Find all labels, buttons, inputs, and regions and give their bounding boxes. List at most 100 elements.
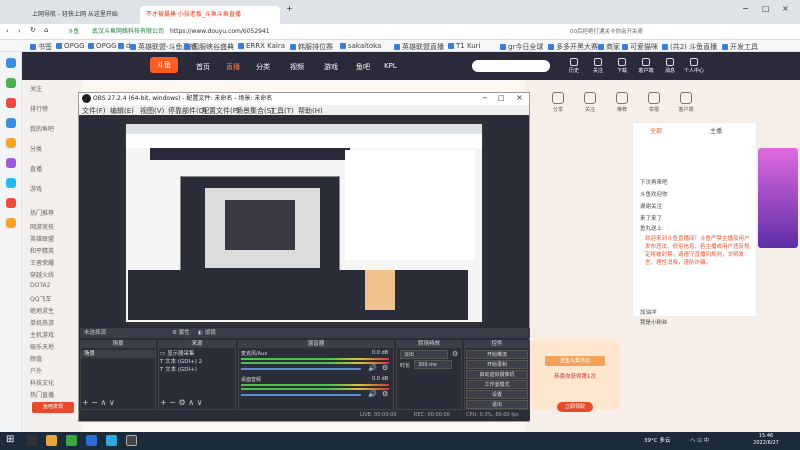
new-tab-button[interactable]: + [286, 4, 293, 13]
tab-active[interactable]: 不才被暴揍·小张老板_斗鱼斗鱼直播 [140, 6, 280, 24]
bookmark-item[interactable]: gr今日全球 [500, 42, 543, 52]
douyu-logo[interactable]: 斗鱼 [150, 57, 178, 73]
sidebar-app-icon[interactable] [6, 58, 16, 68]
speaker-icon[interactable]: 🔊 [368, 364, 377, 372]
leftnav-item[interactable]: 娱乐天地 [30, 342, 54, 351]
search-icon[interactable] [26, 435, 37, 446]
bookmark-item[interactable]: 可爱猫咪 [622, 42, 658, 52]
minimize-icon[interactable]: − [742, 4, 749, 13]
sidebar-app-icon[interactable] [6, 78, 16, 88]
sidebar-app-icon[interactable] [6, 138, 16, 148]
obs-maximize-icon[interactable]: □ [498, 94, 505, 102]
scene-item[interactable]: 场景 [81, 350, 155, 358]
nav-item[interactable]: 首页 [196, 62, 210, 72]
tab-inactive[interactable]: 上网导航 - 轻快上网 从这里开始 [26, 6, 138, 24]
obs-menu-item[interactable]: 帮助(H) [298, 106, 323, 116]
leftnav-item[interactable]: 穿越火线 [30, 270, 54, 279]
virtual-camera-button[interactable]: 启动虚拟摄像机 [466, 370, 528, 379]
app-icon[interactable] [106, 435, 117, 446]
obs-menu-item[interactable]: 编辑(E) [110, 106, 134, 116]
leftnav-item[interactable]: 关注 [30, 84, 42, 93]
exit-button[interactable]: 退出 [466, 400, 528, 409]
gear-icon[interactable]: ⚙ [382, 364, 388, 372]
nav-item[interactable]: KPL [384, 62, 397, 70]
start-streaming-button[interactable]: 开始推流 [466, 350, 528, 359]
obs-properties-button[interactable]: ⚙ 属性 [172, 328, 190, 338]
obs-menu-item[interactable]: 文件(F) [82, 106, 106, 116]
leftnav-item[interactable]: 和平精英 [30, 246, 54, 255]
bookmark-item[interactable]: 英雄联盟直播 [394, 42, 444, 52]
nav-item[interactable]: 直播 [226, 62, 240, 72]
bookmark-item[interactable]: ERRX Kaira [238, 42, 285, 50]
leftnav-item[interactable]: 颜值 [30, 354, 42, 363]
bookmark-item[interactable]: (共2) 斗鱼直播 [662, 42, 717, 52]
leftnav-item[interactable]: QQ飞车 [30, 294, 51, 303]
bookmark-item[interactable]: sakaitoka [340, 42, 381, 50]
nav-item[interactable]: 游戏 [324, 62, 338, 72]
volume-slider[interactable] [241, 368, 361, 370]
leftnav-item[interactable]: 户外 [30, 366, 42, 375]
source-item[interactable]: T 文本 (GDI+) [160, 366, 235, 374]
clock[interactable]: 15:46 2022/6/27 [746, 433, 786, 447]
gear-icon[interactable]: ⚙ [452, 350, 458, 358]
message-button[interactable]: 消息 [658, 58, 682, 74]
bookmark-item[interactable]: OPGG [56, 42, 85, 50]
bookmark-item[interactable]: 韩服排位赛 [290, 42, 333, 52]
leftnav-item[interactable]: 科技文化 [30, 378, 54, 387]
home-icon[interactable]: ⌂ [44, 26, 48, 34]
leftnav-banner[interactable]: 鱼吧发现 [32, 402, 74, 413]
side-ad-banner[interactable] [758, 148, 798, 248]
leftnav-item[interactable]: 我的鱼吧 [30, 124, 54, 133]
sidebar-app-icon[interactable] [6, 98, 16, 108]
leftnav-item[interactable]: 直播 [30, 164, 42, 173]
obs-close-icon[interactable]: × [516, 93, 523, 102]
promo-claim-button[interactable]: 立即领取 [557, 402, 593, 412]
app-icon[interactable] [86, 435, 97, 446]
share-button[interactable]: 分享 [544, 92, 572, 113]
nav-item[interactable]: 视频 [290, 62, 304, 72]
leftnav-item[interactable]: 英雄联盟 [30, 234, 54, 243]
maximize-icon[interactable]: □ [762, 4, 770, 13]
follow-button[interactable]: 关注 [586, 58, 610, 74]
user-center-button[interactable]: 个人中心 [682, 58, 706, 74]
nav-item[interactable]: 分类 [256, 62, 270, 72]
windows-start-icon[interactable]: ⊞ [6, 434, 14, 445]
sidebar-app-icon[interactable] [6, 178, 16, 188]
obs-menu-item[interactable]: 场景集合(S) [236, 106, 274, 116]
obs-menu-item[interactable]: 视图(V) [140, 106, 164, 116]
bookmark-item[interactable]: d [118, 42, 130, 50]
transition-select[interactable]: 淡出 [400, 350, 448, 359]
chat-tab[interactable]: 全部 [650, 126, 662, 135]
bookmark-item[interactable]: T1 Kuri [448, 42, 480, 50]
leftnav-item[interactable]: 游戏 [30, 184, 42, 193]
leftnav-item[interactable]: 单机热游 [30, 318, 54, 327]
obs-filters-button[interactable]: ◐ 滤镜 [198, 328, 216, 338]
bookmark-item[interactable]: 开发工具 [722, 42, 758, 52]
duration-input[interactable]: 300 ms [414, 360, 452, 369]
leftnav-item[interactable]: 主机游戏 [30, 330, 54, 339]
reload-icon[interactable]: ↻ [30, 26, 36, 34]
volume-slider[interactable] [241, 394, 361, 396]
file-explorer-icon[interactable] [46, 435, 57, 446]
obs-taskbar-icon[interactable] [126, 435, 137, 446]
close-icon[interactable]: × [782, 4, 789, 13]
obs-menu-item[interactable]: 工具(T) [270, 106, 294, 116]
start-recording-button[interactable]: 开始录制 [466, 360, 528, 369]
leftnav-item[interactable]: 王者荣耀 [30, 258, 54, 267]
forward-icon[interactable]: › [18, 27, 21, 35]
recommend-button[interactable]: 推荐 [608, 92, 636, 113]
download-button[interactable]: 下载 [610, 58, 634, 74]
history-button[interactable]: 历史 [562, 58, 586, 74]
leftnav-item[interactable]: 绝地求生 [30, 306, 54, 315]
gear-icon[interactable]: ⚙ [382, 390, 388, 398]
leftnav-item[interactable]: 热门推荐 [30, 208, 54, 217]
leftnav-item[interactable]: 分类 [30, 144, 42, 153]
client-download-button[interactable]: 客户端 [672, 92, 700, 113]
obs-menu-item[interactable]: 配置文件(P) [202, 106, 240, 116]
source-item[interactable]: ▭ 显示器采集 [160, 350, 235, 358]
obs-minimize-icon[interactable]: − [482, 94, 488, 102]
sidebar-app-icon[interactable] [6, 158, 16, 168]
bookmark-item[interactable]: 书签 [30, 42, 52, 52]
weather-widget[interactable]: 39°C 多云 [644, 436, 670, 444]
search-engine-field[interactable]: 00后拒绝打通关卡你会开关奇 [570, 27, 665, 37]
